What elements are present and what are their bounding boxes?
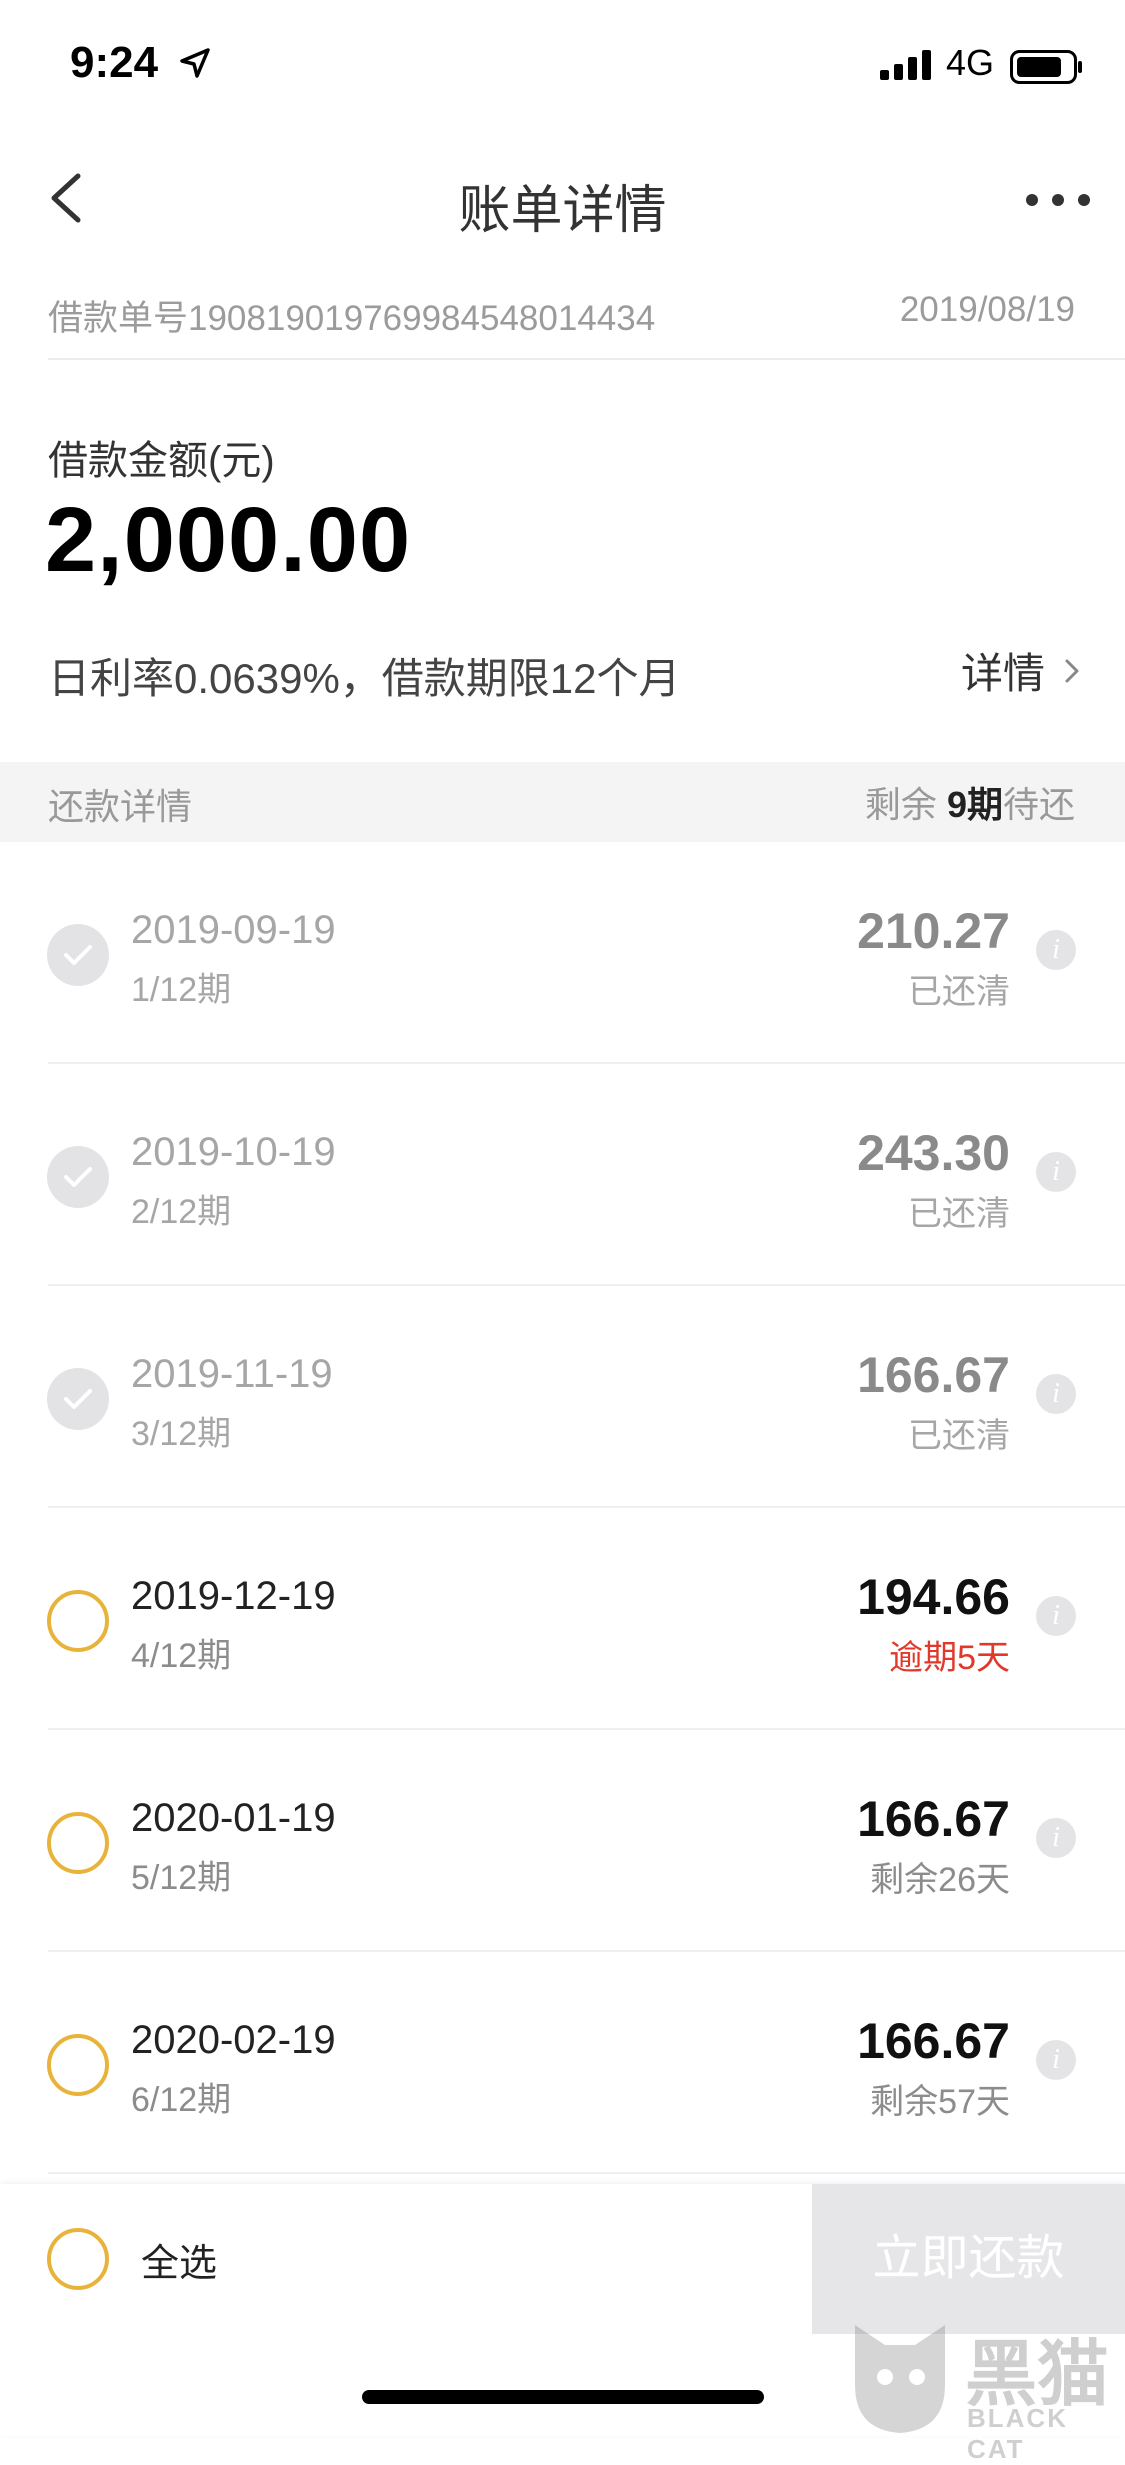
installment-period: 3/12期	[131, 1415, 232, 1453]
nav-bar: 账单详情	[0, 140, 1125, 260]
check-circle-icon[interactable]	[47, 924, 109, 986]
installment-date: 2019-10-19	[131, 1130, 336, 1174]
check-circle-icon[interactable]	[47, 1590, 109, 1652]
installment-state: 逾期5天	[889, 1639, 1010, 1677]
installment-row[interactable]: 2019-12-19 4/12期 194.66 逾期5天 i	[0, 1508, 1125, 1730]
info-icon[interactable]: i	[1036, 1152, 1076, 1192]
installment-amount: 166.67	[857, 1791, 1010, 1847]
info-icon[interactable]: i	[1036, 1818, 1076, 1858]
black-cat-watermark: 黑猫 BLACK CAT	[845, 2315, 1125, 2464]
loan-number: 借款单号190819019769984548014434	[48, 299, 656, 338]
check-circle-icon[interactable]	[47, 1146, 109, 1208]
installment-list: 2019-09-19 1/12期 210.27 已还清 i 2019-10-19…	[0, 842, 1125, 2174]
select-all-toggle[interactable]: 全选	[47, 2228, 217, 2290]
cat-logo-icon	[855, 2325, 945, 2433]
installment-period: 4/12期	[131, 1637, 232, 1675]
installment-state: 已还清	[908, 1195, 1010, 1233]
repayment-title: 还款详情	[48, 786, 193, 827]
info-icon[interactable]: i	[1036, 930, 1076, 970]
installment-amount: 166.67	[857, 1347, 1010, 1403]
installment-date: 2019-09-19	[131, 908, 336, 952]
installment-amount: 243.30	[857, 1125, 1010, 1181]
installment-date: 2019-12-19	[131, 1574, 336, 1618]
info-icon[interactable]: i	[1036, 2040, 1076, 2080]
loan-amount: 2,000.00	[45, 489, 412, 591]
more-button[interactable]	[1010, 180, 1110, 220]
installment-date: 2019-11-19	[131, 1352, 333, 1396]
network-label: 4G	[946, 42, 995, 83]
watermark-subtext: BLACK CAT	[967, 2403, 1068, 2464]
row-divider	[48, 2172, 1125, 2174]
checkmark-icon	[64, 945, 92, 965]
checkmark-icon	[64, 1389, 92, 1409]
installment-period: 1/12期	[131, 971, 232, 1009]
loan-rate-text: 日利率0.0639%，借款期限12个月	[48, 655, 681, 702]
pay-now-button[interactable]: 立即还款	[812, 2184, 1125, 2334]
installment-row[interactable]: 2019-11-19 3/12期 166.67 已还清 i	[0, 1286, 1125, 1508]
chevron-right-icon	[1065, 659, 1079, 682]
loan-date: 2019/08/19	[899, 290, 1075, 329]
installment-state: 已还清	[908, 973, 1010, 1011]
installment-row[interactable]: 2020-02-19 6/12期 166.67 剩余57天 i	[0, 1952, 1125, 2174]
check-circle-icon[interactable]	[47, 1812, 109, 1874]
installment-row[interactable]: 2019-09-19 1/12期 210.27 已还清 i	[0, 842, 1125, 1064]
remaining-periods: 剩余 9期待还	[865, 776, 1075, 828]
installment-row[interactable]: 2020-01-19 5/12期 166.67 剩余26天 i	[0, 1730, 1125, 1952]
divider	[48, 358, 1125, 360]
loan-detail-label: 详情	[960, 650, 1045, 697]
page-title: 账单详情	[458, 182, 667, 240]
checkmark-icon	[64, 1167, 92, 1187]
installment-state: 剩余57天	[870, 2083, 1010, 2121]
installment-amount: 194.66	[857, 1569, 1010, 1625]
installment-period: 5/12期	[131, 1859, 232, 1897]
repayment-header: 还款详情 剩余 9期待还	[0, 762, 1125, 842]
installment-amount: 166.67	[857, 2013, 1010, 2069]
select-all-circle-icon[interactable]	[47, 2228, 109, 2290]
installment-date: 2020-01-19	[131, 1796, 336, 1840]
installment-date: 2020-02-19	[131, 2018, 336, 2062]
installment-period: 6/12期	[131, 2081, 232, 2119]
installment-row[interactable]: 2019-10-19 2/12期 243.30 已还清 i	[0, 1064, 1125, 1286]
status-bar: 9:24 4G	[0, 0, 1125, 130]
more-dots-icon	[1026, 194, 1090, 206]
loan-amount-label: 借款金额(元)	[48, 439, 275, 483]
installment-state: 剩余26天	[870, 1861, 1010, 1899]
location-arrow-icon	[180, 48, 210, 78]
installment-state: 已还清	[908, 1417, 1010, 1455]
signal-icon	[880, 50, 931, 80]
info-icon[interactable]: i	[1036, 1374, 1076, 1414]
check-circle-icon[interactable]	[47, 2034, 109, 2096]
installment-period: 2/12期	[131, 1193, 232, 1231]
status-time: 9:24	[70, 38, 159, 87]
remaining-count: 9期	[946, 784, 1003, 825]
remaining-suffix: 待还	[1002, 784, 1075, 825]
installment-amount: 210.27	[857, 903, 1010, 959]
battery-icon	[1010, 50, 1082, 84]
loan-detail-link[interactable]: 详情	[961, 640, 1085, 701]
select-all-label: 全选	[141, 2242, 218, 2285]
home-indicator[interactable]	[362, 2390, 764, 2404]
check-circle-icon[interactable]	[47, 1368, 109, 1430]
info-icon[interactable]: i	[1036, 1596, 1076, 1636]
remaining-prefix: 剩余	[864, 784, 937, 825]
